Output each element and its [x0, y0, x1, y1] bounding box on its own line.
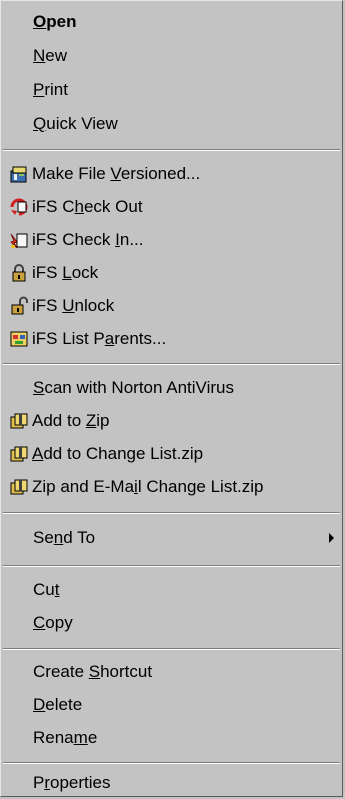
menu-item-open[interactable]: Open	[1, 7, 342, 37]
menu-item-ifs-check-out[interactable]: iFS Check Out	[1, 192, 342, 222]
menu-item-label: Properties	[33, 773, 111, 792]
menu-item-label: Delete	[33, 695, 83, 714]
menu-separator	[3, 512, 340, 514]
menu-separator	[3, 565, 340, 567]
unlock-icon	[11, 296, 28, 315]
menu-separator	[3, 762, 340, 764]
menu-item-add-to-zip[interactable]: Add to Zip	[1, 406, 342, 436]
submenu-arrow-icon	[329, 533, 334, 543]
menu-item-label: New	[33, 46, 68, 65]
menu-item-label: Send To	[33, 528, 96, 547]
menu-item-scan-norton[interactable]: Scan with Norton AntiVirus	[1, 373, 342, 403]
menu-separator	[3, 363, 340, 365]
menu-item-label: Create Shortcut	[33, 662, 153, 681]
menu-separator	[3, 149, 340, 151]
menu-item-label: Cut	[33, 580, 60, 599]
menu-item-print[interactable]: Print	[1, 75, 342, 105]
zip-icon	[10, 413, 28, 429]
menu-item-rename[interactable]: Rename	[1, 723, 342, 753]
menu-item-copy[interactable]: Copy	[1, 608, 342, 638]
lock-icon	[12, 264, 26, 282]
menu-item-label: Make File Versioned...	[32, 164, 201, 183]
menu-item-ifs-check-in[interactable]: iFS Check In...	[1, 225, 342, 255]
menu-item-label: Copy	[33, 613, 73, 632]
zip-icon	[10, 446, 28, 462]
menu-item-make-file-versioned[interactable]: Make File Versioned...	[1, 159, 342, 189]
menu-item-ifs-lock[interactable]: iFS Lock	[1, 258, 342, 288]
context-menu: Open New Print Quick View Make File Vers…	[0, 0, 343, 797]
menu-item-label: iFS List Parents...	[32, 329, 167, 348]
menu-item-zip-and-email[interactable]: Zip and E-Mail Change List.zip	[1, 472, 342, 502]
menu-item-label: Scan with Norton AntiVirus	[33, 378, 234, 397]
menu-item-label: Add to Zip	[32, 411, 110, 430]
menu-item-label: Zip and E-Mail Change List.zip	[32, 477, 264, 496]
versioned-file-icon	[10, 166, 27, 183]
menu-item-new[interactable]: New	[1, 41, 342, 71]
menu-item-properties[interactable]: Properties	[1, 768, 342, 798]
menu-item-label: Rename	[33, 728, 98, 747]
menu-item-add-to-change-list-zip[interactable]: Add to Change List.zip	[1, 439, 342, 469]
menu-item-send-to[interactable]: Send To	[1, 523, 342, 553]
menu-item-create-shortcut[interactable]: Create Shortcut	[1, 657, 342, 687]
menu-item-ifs-list-parents[interactable]: iFS List Parents...	[1, 324, 342, 354]
menu-item-ifs-unlock[interactable]: iFS Unlock	[1, 291, 342, 321]
menu-item-delete[interactable]: Delete	[1, 690, 342, 720]
menu-item-label: iFS Check Out	[32, 197, 143, 216]
list-parents-icon	[10, 331, 28, 347]
menu-separator	[3, 648, 340, 650]
menu-item-label: Open	[33, 12, 77, 31]
menu-item-label: Add to Change List.zip	[32, 444, 204, 463]
menu-item-cut[interactable]: Cut	[1, 575, 342, 605]
menu-item-quick-view[interactable]: Quick View	[1, 109, 342, 139]
menu-item-label: iFS Check In...	[32, 230, 144, 249]
menu-item-label: Quick View	[33, 114, 118, 133]
check-in-icon	[10, 233, 28, 249]
zip-mail-icon	[10, 479, 28, 495]
check-out-icon	[10, 198, 28, 216]
menu-item-label: iFS Unlock	[32, 296, 115, 315]
menu-item-label: iFS Lock	[32, 263, 99, 282]
menu-item-label: Print	[33, 80, 68, 99]
